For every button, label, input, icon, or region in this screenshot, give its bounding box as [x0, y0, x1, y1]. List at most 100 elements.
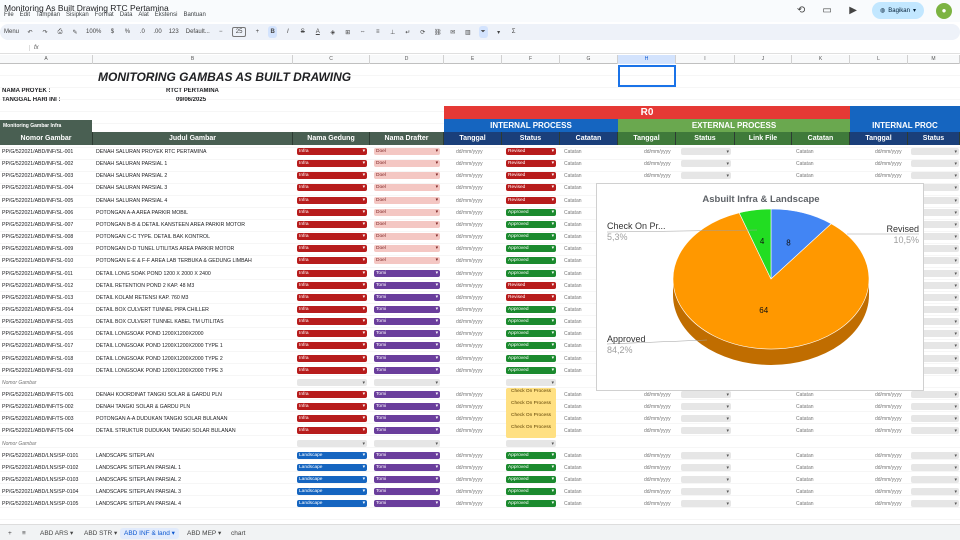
status-internal-2-dropdown[interactable]	[911, 401, 959, 413]
catatan-internal[interactable]: Catatan	[564, 292, 582, 304]
functions-icon[interactable]: Σ	[510, 26, 518, 38]
chart-icon[interactable]: ▥	[464, 26, 472, 38]
status-internal-2-dropdown[interactable]	[911, 413, 959, 425]
tanggal-external[interactable]: dd/mm/yyyy	[644, 413, 671, 425]
catatan-external[interactable]: Catatan	[796, 450, 814, 462]
nama-gedung-dropdown[interactable]: Infra	[297, 281, 367, 289]
nama-gedung-dropdown[interactable]: Infra	[297, 269, 367, 277]
header-ext-status[interactable]: Status	[676, 132, 735, 145]
header-link[interactable]: Link File	[735, 132, 792, 145]
header-status[interactable]: Status	[502, 132, 560, 145]
nama-gedung-dropdown[interactable]: Infra	[297, 415, 367, 423]
tanggal-internal[interactable]: dd/mm/yyyy	[456, 231, 483, 243]
nama-drafter-dropdown[interactable]: Tomi	[374, 318, 440, 326]
tanggal-internal-2[interactable]: dd/mm/yyyy	[875, 486, 902, 498]
column-header-b[interactable]: B	[93, 55, 293, 64]
nama-gedung-dropdown[interactable]: Infra	[297, 391, 367, 398]
catatan-external[interactable]: Catatan	[796, 474, 814, 486]
status-internal-2-dropdown[interactable]	[911, 498, 959, 510]
status-internal-2-dropdown[interactable]	[911, 146, 959, 158]
nama-drafter-dropdown[interactable]: Tomi	[374, 269, 440, 277]
status-dropdown[interactable]: Approved	[506, 208, 556, 216]
catatan-internal[interactable]: Catatan	[564, 195, 582, 207]
status-dropdown-empty[interactable]	[506, 438, 556, 450]
column-header-e[interactable]: E	[444, 55, 502, 64]
catatan-external[interactable]: Catatan	[796, 401, 814, 413]
nama-gedung-dropdown[interactable]: Landscape	[297, 500, 367, 508]
nama-drafter-dropdown[interactable]: Doel	[374, 160, 440, 168]
tanggal-external[interactable]: dd/mm/yyyy	[644, 486, 671, 498]
status-dropdown[interactable]: Revised	[506, 160, 556, 168]
tab-abd-ars[interactable]: ABD ARS ▾	[36, 528, 77, 539]
status-dropdown[interactable]: Revised	[506, 196, 556, 204]
nama-drafter-dropdown[interactable]: Doel	[374, 196, 440, 204]
decrease-decimal-button[interactable]: .0	[138, 26, 146, 38]
catatan-external[interactable]: Catatan	[796, 425, 814, 437]
tanggal-internal[interactable]: dd/mm/yyyy	[456, 413, 483, 425]
status-dropdown[interactable]: Approved	[506, 318, 556, 326]
font-size-plus[interactable]: +	[253, 26, 261, 38]
menu-file[interactable]: File	[4, 12, 14, 18]
nama-drafter-dropdown[interactable]: Doel	[374, 172, 440, 180]
header-int2-tanggal[interactable]: Tanggal	[850, 132, 908, 145]
header-gedung[interactable]: Nama Gedung	[293, 132, 370, 145]
filter-chip[interactable]: Monitoring Gambar Infra	[0, 120, 92, 132]
selected-cell[interactable]	[618, 65, 676, 87]
tanggal-internal[interactable]: dd/mm/yyyy	[456, 401, 483, 413]
status-internal-2-dropdown[interactable]	[911, 425, 959, 437]
catatan-internal[interactable]: Catatan	[564, 268, 582, 280]
comment-icon[interactable]: ✉	[449, 26, 457, 38]
tanggal-internal[interactable]: dd/mm/yyyy	[456, 219, 483, 231]
drafter-dropdown-empty[interactable]	[374, 377, 440, 389]
catatan-external[interactable]: Catatan	[796, 158, 814, 170]
status-dropdown[interactable]: Approved	[506, 269, 556, 277]
nama-drafter-dropdown[interactable]: Tomi	[374, 451, 440, 459]
nama-gedung-dropdown[interactable]: Landscape	[297, 451, 367, 459]
placeholder-nomor[interactable]: Nomor Gambar	[2, 377, 36, 389]
nama-drafter-dropdown[interactable]: Doel	[374, 220, 440, 228]
status-internal-2-dropdown[interactable]	[911, 158, 959, 170]
nama-gedung-dropdown[interactable]: Infra	[297, 233, 367, 241]
catatan-internal[interactable]: Catatan	[564, 316, 582, 328]
nama-gedung-dropdown[interactable]: Infra	[297, 257, 367, 265]
tanggal-internal-2[interactable]: dd/mm/yyyy	[875, 450, 902, 462]
column-header-j[interactable]: J	[735, 55, 792, 64]
tanggal-internal[interactable]: dd/mm/yyyy	[456, 486, 483, 498]
nama-gedung-dropdown[interactable]: Infra	[297, 184, 367, 192]
tanggal-internal[interactable]: dd/mm/yyyy	[456, 146, 483, 158]
nama-drafter-dropdown[interactable]: Tomi	[374, 305, 440, 313]
catatan-internal[interactable]: Catatan	[564, 486, 582, 498]
header-tanggal[interactable]: Tanggal	[444, 132, 502, 145]
nama-drafter-dropdown[interactable]: Doel	[374, 245, 440, 253]
column-header-d[interactable]: D	[370, 55, 444, 64]
column-header-g[interactable]: G	[560, 55, 618, 64]
percent-button[interactable]: %	[123, 26, 131, 38]
nama-drafter-dropdown[interactable]: Tomi	[374, 354, 440, 362]
catatan-internal[interactable]: Catatan	[564, 413, 582, 425]
status-external-dropdown[interactable]	[681, 474, 731, 486]
font-select[interactable]: Default...	[186, 26, 210, 38]
tanggal-internal[interactable]: dd/mm/yyyy	[456, 462, 483, 474]
tanggal-internal[interactable]: dd/mm/yyyy	[456, 450, 483, 462]
status-dropdown[interactable]: Approved	[506, 488, 556, 496]
status-internal-2-dropdown[interactable]	[911, 474, 959, 486]
menu-alat[interactable]: Alat	[138, 12, 148, 18]
menu-sisipkan[interactable]: Sisipkan	[66, 12, 89, 18]
nama-gedung-dropdown[interactable]: Infra	[297, 148, 367, 155]
tanggal-internal[interactable]: dd/mm/yyyy	[456, 498, 483, 510]
nama-drafter-dropdown[interactable]: Tomi	[374, 463, 440, 471]
tanggal-internal[interactable]: dd/mm/yyyy	[456, 255, 483, 267]
catatan-internal[interactable]: Catatan	[564, 170, 582, 182]
menu-edit[interactable]: Edit	[20, 12, 30, 18]
catatan-internal[interactable]: Catatan	[564, 280, 582, 292]
comments-icon[interactable]: ▭	[820, 4, 834, 18]
nama-drafter-dropdown[interactable]: Doel	[374, 148, 440, 155]
header-ext-tanggal[interactable]: Tanggal	[618, 132, 676, 145]
zoom-select[interactable]: 100%	[86, 26, 101, 38]
add-sheet-button[interactable]: +	[4, 528, 16, 539]
tanggal-external[interactable]: dd/mm/yyyy	[644, 462, 671, 474]
catatan-internal[interactable]: Catatan	[564, 231, 582, 243]
status-dropdown[interactable]: Revised	[506, 281, 556, 289]
status-dropdown[interactable]: Approved	[506, 233, 556, 241]
nama-gedung-dropdown[interactable]: Infra	[297, 245, 367, 253]
